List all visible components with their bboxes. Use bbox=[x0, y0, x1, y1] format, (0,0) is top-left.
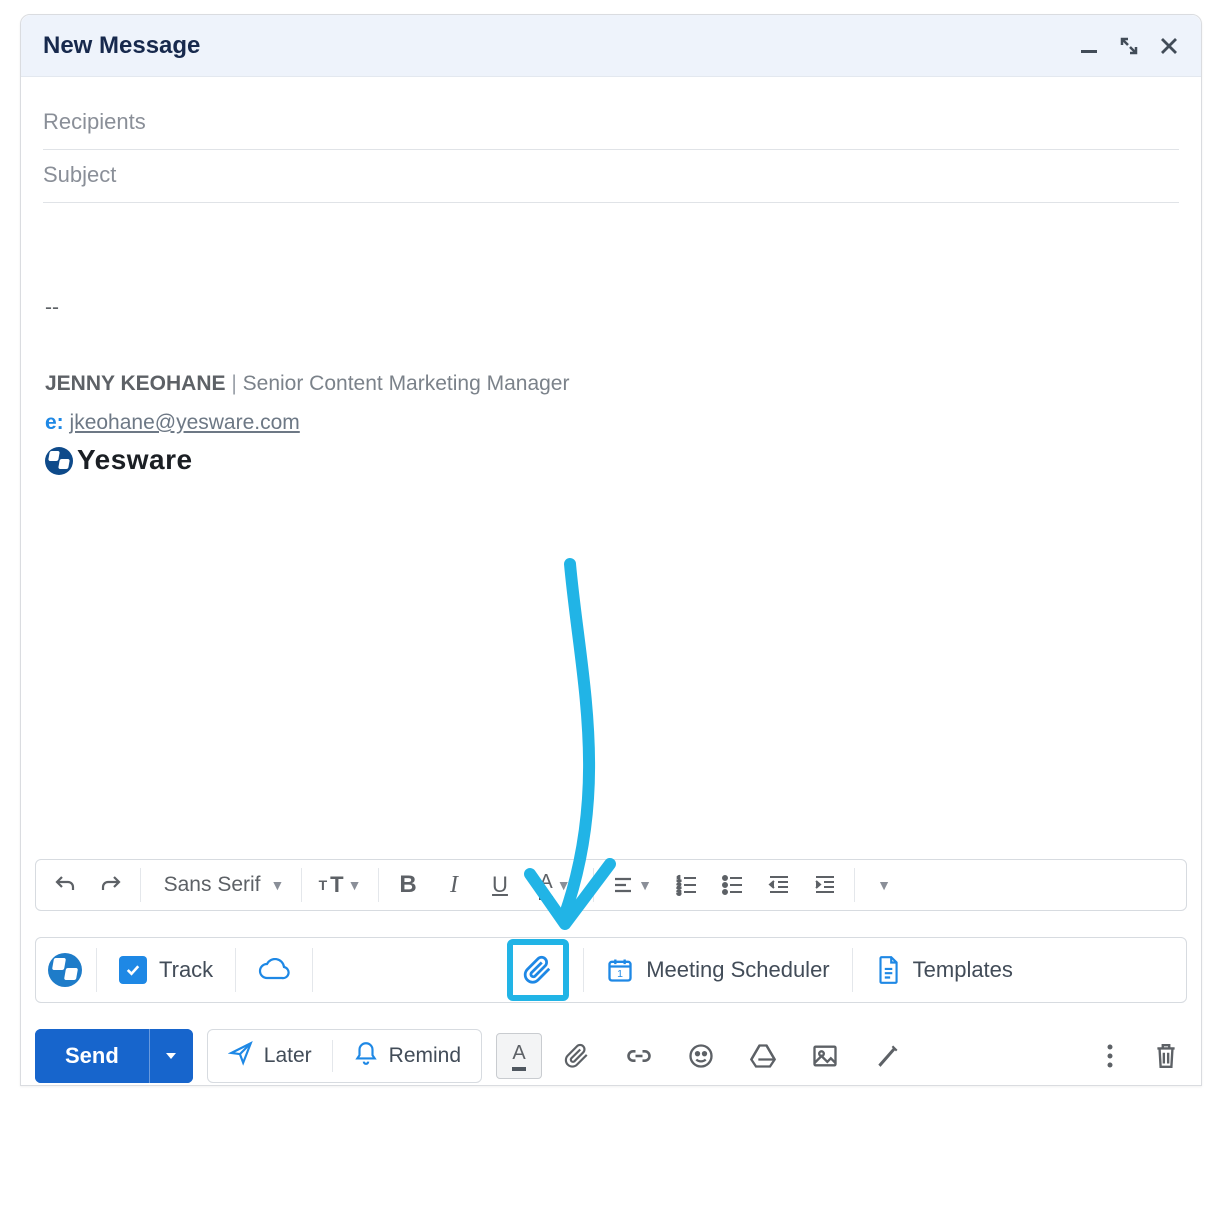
align-button[interactable]: ▼ bbox=[604, 866, 660, 904]
calendar-icon: 1 bbox=[606, 956, 634, 984]
bullet-list-button[interactable] bbox=[714, 866, 752, 904]
later-label: Later bbox=[264, 1044, 312, 1068]
attach-button[interactable] bbox=[556, 1035, 598, 1077]
text-color-button[interactable]: A ▼ bbox=[527, 866, 583, 904]
discard-button[interactable] bbox=[1145, 1035, 1187, 1077]
window-actions bbox=[1079, 36, 1179, 56]
titlebar: New Message bbox=[21, 15, 1201, 77]
close-icon[interactable] bbox=[1159, 36, 1179, 56]
signature-email-label: e: bbox=[45, 411, 64, 434]
signature-divider: -- bbox=[45, 293, 1177, 323]
templates-label: Templates bbox=[913, 957, 1013, 983]
signature-title: Senior Content Marketing Manager bbox=[243, 372, 570, 395]
indent-less-button[interactable] bbox=[760, 866, 798, 904]
signature-email[interactable]: jkeohane@yesware.com bbox=[70, 411, 300, 434]
schedule-group: Later Remind bbox=[207, 1029, 482, 1083]
signature-block: JENNY KEOHANE | Senior Content Marketing… bbox=[45, 369, 1177, 480]
signature-brand-text: Yesware bbox=[77, 440, 193, 481]
font-selector[interactable]: Sans Serif ▼ bbox=[151, 866, 291, 904]
chevron-down-icon: ▼ bbox=[271, 877, 285, 893]
confidential-mode-button[interactable] bbox=[866, 1035, 908, 1077]
more-formatting-button[interactable]: ▼ bbox=[865, 866, 903, 904]
minimize-icon[interactable] bbox=[1079, 36, 1099, 56]
chevron-down-icon: ▼ bbox=[557, 877, 571, 893]
svg-text:3: 3 bbox=[677, 890, 681, 897]
paper-plane-icon bbox=[228, 1040, 254, 1072]
signature-name: JENNY KEOHANE bbox=[45, 372, 226, 395]
bold-button[interactable]: B bbox=[389, 866, 427, 904]
underline-button[interactable]: U bbox=[481, 866, 519, 904]
send-options-button[interactable] bbox=[149, 1029, 193, 1083]
chevron-down-icon: ▼ bbox=[638, 877, 652, 893]
chevron-down-icon: ▼ bbox=[877, 877, 891, 893]
compose-body[interactable]: -- JENNY KEOHANE | Senior Content Market… bbox=[21, 203, 1201, 859]
insert-tools bbox=[618, 1035, 908, 1077]
svg-text:1: 1 bbox=[617, 968, 623, 980]
checkbox-checked-icon bbox=[119, 956, 147, 984]
insert-drive-button[interactable] bbox=[742, 1035, 784, 1077]
cloud-button[interactable] bbox=[250, 958, 298, 982]
templates-button[interactable]: Templates bbox=[867, 955, 1021, 985]
svg-text:2: 2 bbox=[677, 883, 681, 890]
redo-button[interactable] bbox=[92, 866, 130, 904]
fullscreen-icon[interactable] bbox=[1119, 36, 1139, 56]
indent-more-button[interactable] bbox=[806, 866, 844, 904]
fields-area bbox=[21, 77, 1201, 203]
send-button[interactable]: Send bbox=[35, 1029, 149, 1083]
italic-button[interactable]: I bbox=[435, 866, 473, 904]
font-name-label: Sans Serif bbox=[158, 873, 267, 897]
paperclip-icon[interactable] bbox=[523, 955, 553, 985]
formatting-toolbar: Sans Serif ▼ TT ▼ B I U A ▼ ▼ 123 bbox=[35, 859, 1187, 911]
attachment-highlight bbox=[507, 939, 569, 1001]
compose-bottom-bar: Send Later Remind A bbox=[35, 1027, 1187, 1085]
font-size-button[interactable]: TT ▼ bbox=[312, 866, 368, 904]
signature-brand: Yesware bbox=[45, 440, 1177, 481]
recipients-input[interactable] bbox=[43, 97, 1179, 150]
yesware-logo-icon[interactable] bbox=[48, 953, 82, 987]
insert-link-button[interactable] bbox=[618, 1035, 660, 1077]
remind-button[interactable]: Remind bbox=[332, 1040, 481, 1072]
track-label: Track bbox=[159, 957, 213, 983]
cloud-icon bbox=[258, 958, 290, 982]
subject-input[interactable] bbox=[43, 150, 1179, 203]
later-button[interactable]: Later bbox=[208, 1040, 332, 1072]
numbered-list-button[interactable]: 123 bbox=[668, 866, 706, 904]
text-color-tool[interactable]: A bbox=[496, 1033, 542, 1079]
svg-text:1: 1 bbox=[677, 876, 681, 883]
compose-window: New Message -- JENNY KEOHANE | Senior bbox=[20, 14, 1202, 1086]
meeting-scheduler-button[interactable]: 1 Meeting Scheduler bbox=[598, 956, 837, 984]
chevron-down-icon: ▼ bbox=[348, 877, 362, 893]
insert-image-button[interactable] bbox=[804, 1035, 846, 1077]
yesware-toolbar: Track 1 bbox=[35, 937, 1187, 1003]
track-toggle[interactable]: Track bbox=[111, 956, 221, 984]
bell-icon bbox=[353, 1040, 379, 1072]
window-title: New Message bbox=[43, 32, 200, 60]
meeting-scheduler-label: Meeting Scheduler bbox=[646, 957, 829, 983]
undo-button[interactable] bbox=[46, 866, 84, 904]
remind-label: Remind bbox=[389, 1044, 461, 1068]
yesware-logo-icon bbox=[45, 447, 73, 475]
send-group: Send bbox=[35, 1029, 193, 1083]
insert-emoji-button[interactable] bbox=[680, 1035, 722, 1077]
more-options-button[interactable] bbox=[1089, 1035, 1131, 1077]
document-icon bbox=[875, 955, 901, 985]
